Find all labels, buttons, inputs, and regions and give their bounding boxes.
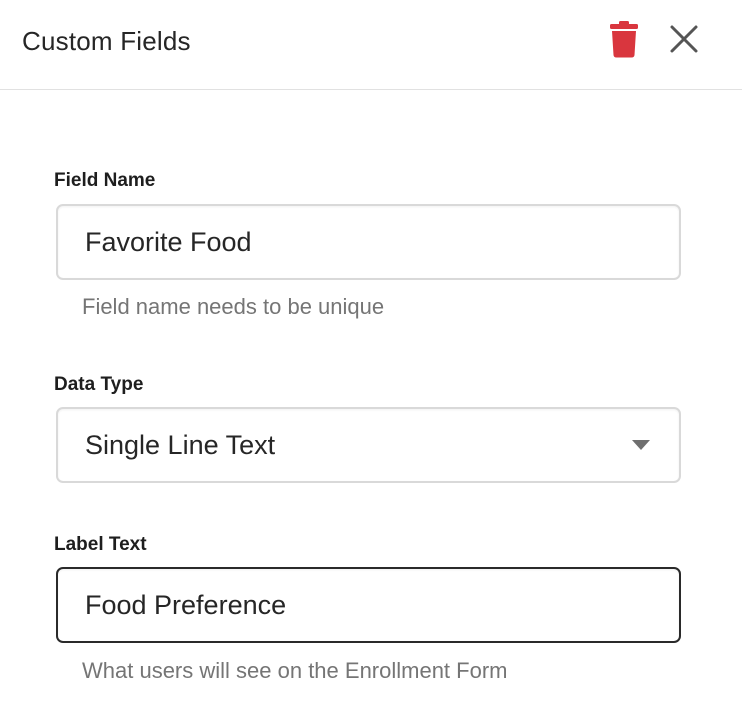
data-type-selected-value: Single Line Text <box>85 429 276 460</box>
data-type-label: Data Type <box>54 374 144 395</box>
label-text-help-text: What users will see on the Enrollment Fo… <box>82 658 508 683</box>
label-text-label: Label Text <box>54 534 147 555</box>
label-text-input[interactable]: Food Preference <box>56 567 681 643</box>
trash-icon <box>610 21 638 58</box>
caret-down-icon <box>632 440 650 450</box>
close-button[interactable] <box>662 16 706 62</box>
close-icon <box>670 25 698 53</box>
panel-title: Custom Fields <box>22 26 191 56</box>
field-name-help-text: Field name needs to be unique <box>82 294 385 319</box>
field-name-input[interactable]: Favorite Food <box>56 204 681 280</box>
delete-button[interactable] <box>602 16 646 62</box>
field-name-label: Field Name <box>54 170 156 191</box>
panel-header: Custom Fields <box>0 0 742 90</box>
data-type-select[interactable]: Single Line Text <box>56 407 681 483</box>
custom-fields-panel: Custom Fields Field Name Favorite Food F… <box>0 0 742 728</box>
label-text-value: Food Preference <box>85 589 287 620</box>
field-name-value: Favorite Food <box>85 226 252 257</box>
